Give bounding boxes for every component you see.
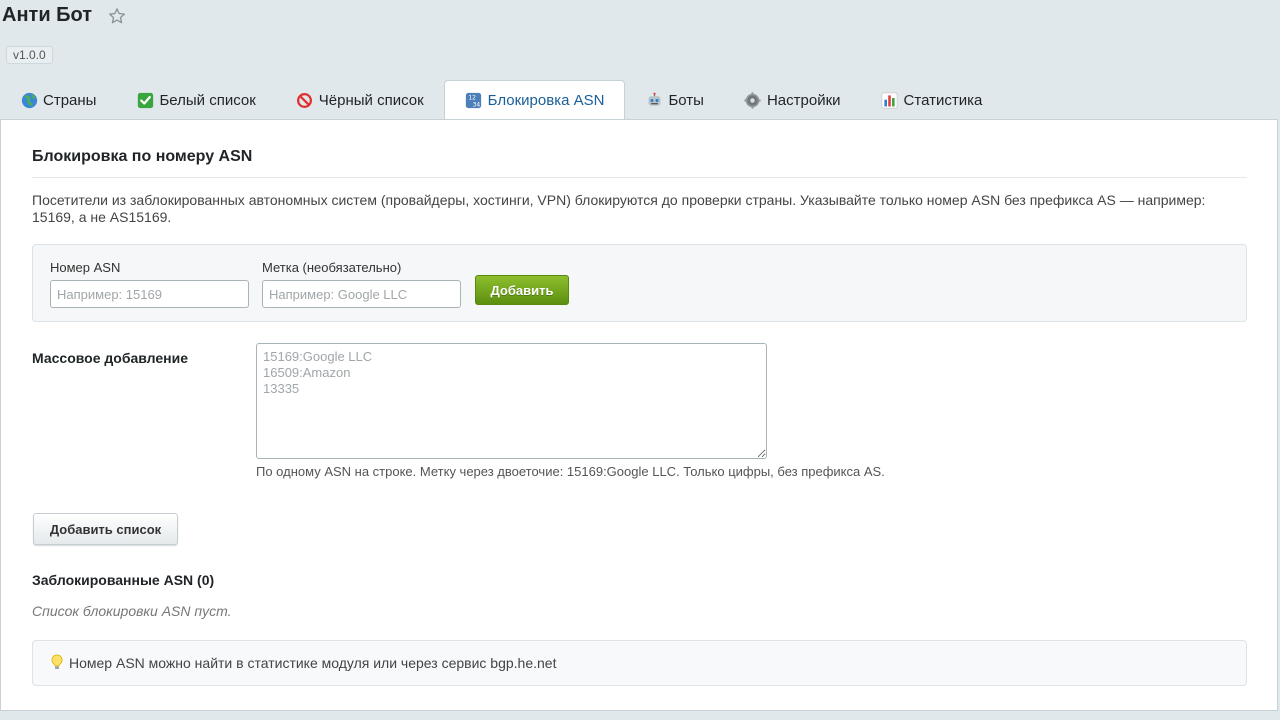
robot-icon [645, 91, 663, 109]
section-title: Блокировка по номеру ASN [32, 148, 253, 165]
tab-whitelist[interactable]: Белый список [116, 81, 275, 119]
tab-settings[interactable]: Настройки [724, 81, 861, 119]
bar-chart-icon [881, 91, 899, 109]
check-icon [136, 91, 154, 109]
asn-tag-label: Метка (необязательно) [262, 260, 402, 275]
version-badge: v1.0.0 [6, 46, 53, 64]
globe-icon [20, 91, 38, 109]
description-text: Посетители из заблокированных автономных… [32, 192, 1206, 225]
tab-bar: Страны Белый список Чёрный список 12 34 Б… [0, 80, 1280, 120]
bulk-asn-textarea[interactable] [256, 343, 767, 459]
asn-panel: Блокировка по номеру ASN Посетители из з… [0, 119, 1278, 711]
bulk-hint-text: По одному ASN на строке. Метку через дво… [256, 464, 885, 479]
numbers-icon: 12 34 [465, 92, 483, 110]
tab-statistics[interactable]: Статистика [861, 81, 1003, 119]
tab-label: Чёрный список [318, 91, 424, 109]
blocked-asn-title: Заблокированные ASN (0) [32, 572, 215, 588]
tab-blacklist[interactable]: Чёрный список [276, 81, 444, 119]
tip-box: Номер ASN можно найти в статистике модул… [32, 640, 1247, 686]
page-title: Анти Бот [2, 4, 126, 27]
tab-asn-block[interactable]: 12 34 Блокировка ASN [443, 80, 626, 120]
tab-label: Страны [43, 91, 97, 109]
tab-label: Блокировка ASN [487, 92, 605, 109]
divider [32, 177, 1247, 178]
asn-number-label: Номер ASN [50, 260, 121, 275]
add-asn-form: Номер ASN Метка (необязательно) Добавить [32, 244, 1247, 322]
page-title-text: Анти Бот [2, 4, 93, 26]
add-button[interactable]: Добавить [475, 275, 569, 305]
star-icon[interactable] [108, 7, 126, 25]
empty-list-text: Список блокировки ASN пуст. [32, 603, 232, 619]
add-list-button[interactable]: Добавить список [33, 513, 178, 545]
asn-number-input[interactable] [50, 280, 249, 308]
gear-icon [744, 91, 762, 109]
bulk-add-label: Массовое добавление [32, 350, 189, 366]
tab-label: Белый список [159, 91, 256, 109]
prohibited-icon [296, 91, 314, 109]
svg-text:12: 12 [469, 95, 477, 102]
asn-tag-input[interactable] [262, 280, 461, 308]
tab-bots[interactable]: Боты [625, 81, 724, 119]
tab-countries[interactable]: Страны [0, 81, 116, 119]
tip-text: Номер ASN можно найти в статистике модул… [69, 655, 557, 671]
svg-text:34: 34 [473, 101, 481, 108]
tab-label: Настройки [766, 91, 841, 109]
tab-label: Статистика [903, 91, 983, 109]
tab-label: Боты [668, 91, 704, 109]
lightbulb-icon [51, 654, 63, 673]
